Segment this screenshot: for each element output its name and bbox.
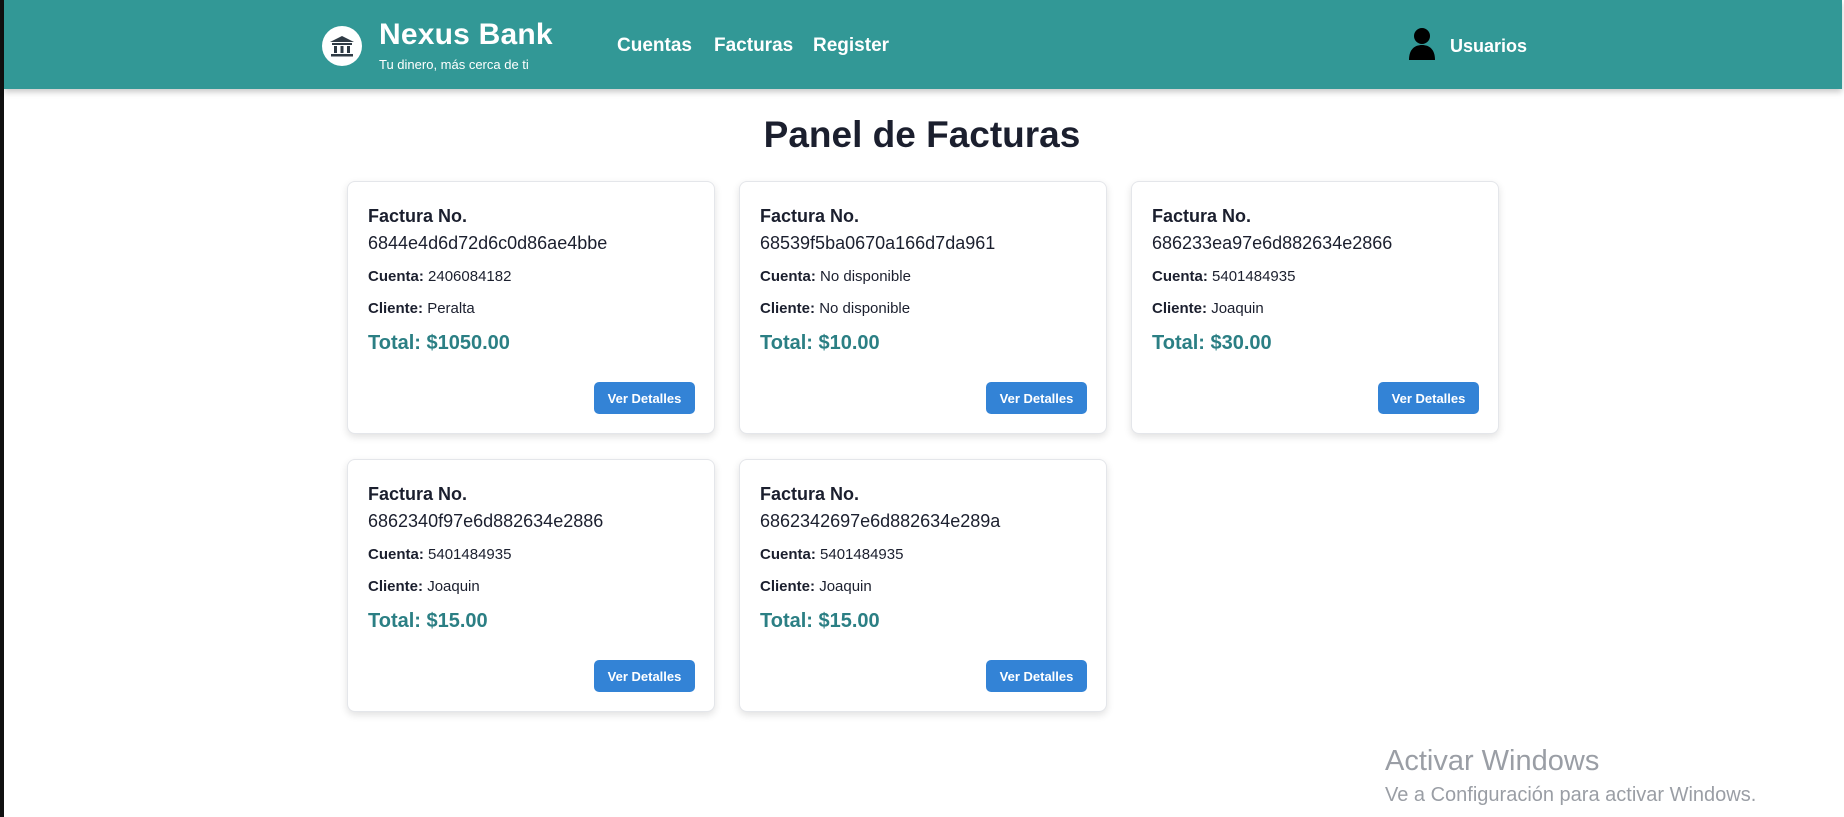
invoice-card: Factura No. 6862340f97e6d882634e2886 Cuent… [347, 459, 715, 712]
account-label: Cuenta: [368, 268, 424, 285]
account-label: Cuenta: [368, 546, 424, 563]
view-details-button[interactable]: Ver Detalles [986, 382, 1087, 414]
account-value: 2406084182 [428, 268, 512, 285]
account-value: 5401484935 [428, 546, 512, 563]
invoice-number: 6862340f97e6d882634e2886 [368, 511, 604, 531]
client-label: Cliente: [368, 300, 424, 317]
invoice-card: Factura No. 6844e4d6d72d6c0d86ae4bbe Cuent… [347, 181, 715, 434]
invoice-number: 6844e4d6d72d6c0d86ae4bbe [368, 233, 608, 253]
activation-watermark-subtitle: Ve a Configuración para activar Windows. [1385, 784, 1757, 806]
invoice-card: Factura No. 6862342697e6d882634e289a Cuent… [739, 459, 1107, 712]
users-menu-label: Usuarios [1450, 35, 1528, 56]
client-label: Cliente: [1152, 300, 1208, 317]
top-navbar: Nexus Bank Tu dinero, más cerca de ti Cu… [4, 0, 1842, 89]
account-label: Cuenta: [1152, 268, 1208, 285]
nav-link-facturas[interactable]: Facturas [714, 35, 793, 57]
invoice-account-row: Cuenta: 2406084182 [368, 268, 511, 285]
nav-link-register[interactable]: Register [813, 35, 889, 57]
invoice-client-row: Cliente: Joaquin [760, 578, 872, 595]
client-label: Cliente: [760, 300, 816, 317]
invoice-number: 686233ea97e6d882634e2866 [1152, 233, 1393, 253]
invoice-account-row: Cuenta: 5401484935 [368, 546, 511, 563]
brand-name[interactable]: Nexus Bank [379, 18, 553, 52]
client-value: Peralta [427, 300, 475, 317]
invoice-card: Factura No. 686233ea97e6d882634e2866 Cuent… [1131, 181, 1499, 434]
view-details-button[interactable]: Ver Detalles [986, 660, 1087, 692]
invoice-total: Total: $15.00 [760, 610, 880, 632]
bank-icon[interactable] [322, 26, 362, 66]
user-icon [1408, 27, 1436, 66]
invoice-client-row: Cliente: Peralta [368, 300, 475, 317]
invoice-total: Total: $1050.00 [368, 332, 510, 354]
client-label: Cliente: [368, 578, 424, 595]
invoice-label: Factura No. [1152, 206, 1252, 226]
invoice-account-row: Cuenta: No disponible [760, 268, 911, 285]
invoice-client-row: Cliente: Joaquin [368, 578, 480, 595]
account-value: No disponible [820, 268, 911, 285]
invoice-client-row: Cliente: No disponible [760, 300, 910, 317]
activation-watermark-title: Activar Windows [1385, 745, 1600, 777]
invoice-label: Factura No. [760, 484, 860, 504]
client-value: Joaquin [427, 578, 480, 595]
account-value: 5401484935 [820, 546, 904, 563]
invoice-label: Factura No. [368, 206, 468, 226]
client-value: Joaquin [819, 578, 872, 595]
invoice-total: Total: $10.00 [760, 332, 880, 354]
account-label: Cuenta: [760, 268, 816, 285]
view-details-button[interactable]: Ver Detalles [1378, 382, 1479, 414]
users-menu[interactable]: Usuarios [1408, 26, 1527, 66]
account-label: Cuenta: [760, 546, 816, 563]
invoice-card: Factura No. 68539f5ba0670a166d7da961 Cuent… [739, 181, 1107, 434]
invoice-total: Total: $15.00 [368, 610, 488, 632]
view-details-button[interactable]: Ver Detalles [594, 382, 695, 414]
invoice-account-row: Cuenta: 5401484935 [760, 546, 903, 563]
invoice-account-row: Cuenta: 5401484935 [1152, 268, 1295, 285]
nav-link-cuentas[interactable]: Cuentas [617, 35, 692, 57]
invoice-number: 6862342697e6d882634e289a [760, 511, 1001, 531]
invoice-client-row: Cliente: Joaquin [1152, 300, 1264, 317]
account-value: 5401484935 [1212, 268, 1296, 285]
client-value: No disponible [819, 300, 911, 317]
page-title: Panel de Facturas [763, 114, 1081, 155]
view-details-button[interactable]: Ver Detalles [594, 660, 695, 692]
invoice-label: Factura No. [368, 484, 468, 504]
invoice-label: Factura No. [760, 206, 860, 226]
brand-tagline: Tu dinero, más cerca de ti [379, 57, 529, 72]
client-label: Cliente: [760, 578, 816, 595]
client-value: Joaquin [1211, 300, 1264, 317]
invoice-total: Total: $30.00 [1152, 332, 1272, 354]
invoice-number: 68539f5ba0670a166d7da961 [760, 233, 996, 253]
